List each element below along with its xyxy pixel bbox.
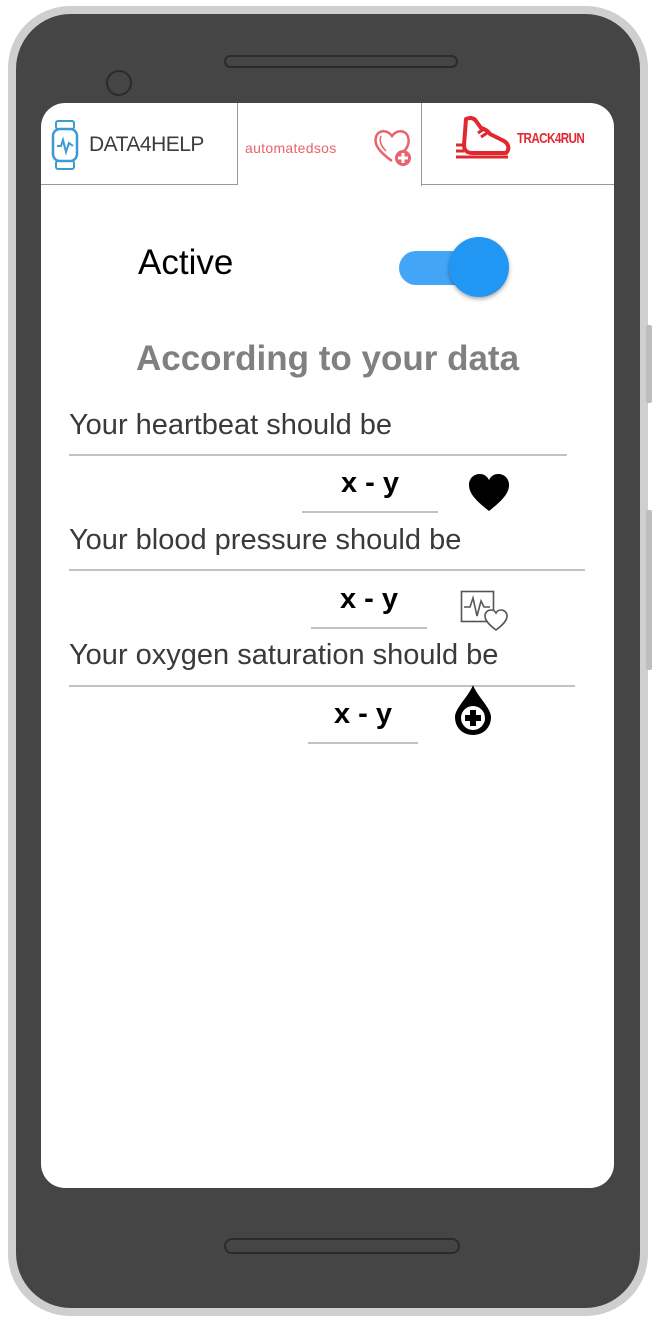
toggle-knob <box>449 237 509 297</box>
tab-bar: DATA4HELP automatedsos TRACK4RUN <box>41 103 614 186</box>
heartbeat-value: x - y <box>340 467 400 499</box>
tab-automatedsos[interactable]: automatedsos <box>238 103 422 186</box>
tab-data4help[interactable]: DATA4HELP <box>41 103 238 185</box>
blood-pressure-value: x - y <box>339 583 399 615</box>
front-camera <box>106 70 132 96</box>
heartbeat-label: Your heartbeat should be <box>69 409 393 441</box>
power-button[interactable] <box>646 510 652 670</box>
oxygen-saturation-divider <box>69 685 575 687</box>
section-heading: According to your data <box>135 339 520 378</box>
heartbeat-divider <box>69 454 567 456</box>
heart-plus-icon <box>374 130 411 166</box>
smartwatch-icon <box>51 120 79 170</box>
speaker-grille <box>224 55 458 68</box>
blood-pressure-value-underline <box>311 627 427 629</box>
home-button[interactable] <box>224 1238 460 1254</box>
active-label: Active <box>138 243 234 282</box>
volume-button[interactable] <box>646 325 652 403</box>
oxygen-saturation-label: Your oxygen saturation should be <box>69 639 499 671</box>
heart-icon <box>469 474 509 511</box>
running-shoe-icon <box>456 115 511 159</box>
oxygen-saturation-value-underline <box>308 742 418 744</box>
tab-label-data4help: DATA4HELP <box>89 133 204 156</box>
active-toggle[interactable] <box>399 235 511 297</box>
pulse-monitor-icon <box>460 590 508 632</box>
oxygen-saturation-value: x - y <box>333 698 393 730</box>
tab-track4run[interactable]: TRACK4RUN <box>422 103 614 185</box>
blood-pressure-divider <box>69 569 585 571</box>
tab-label-automatedsos: automatedsos <box>245 140 337 156</box>
blood-pressure-label: Your blood pressure should be <box>69 524 462 556</box>
blood-drop-plus-icon <box>455 685 491 735</box>
app-screen: DATA4HELP automatedsos TRACK4RUN Active … <box>41 103 614 1188</box>
heartbeat-value-underline <box>302 511 438 513</box>
tab-label-track4run: TRACK4RUN <box>517 130 585 147</box>
